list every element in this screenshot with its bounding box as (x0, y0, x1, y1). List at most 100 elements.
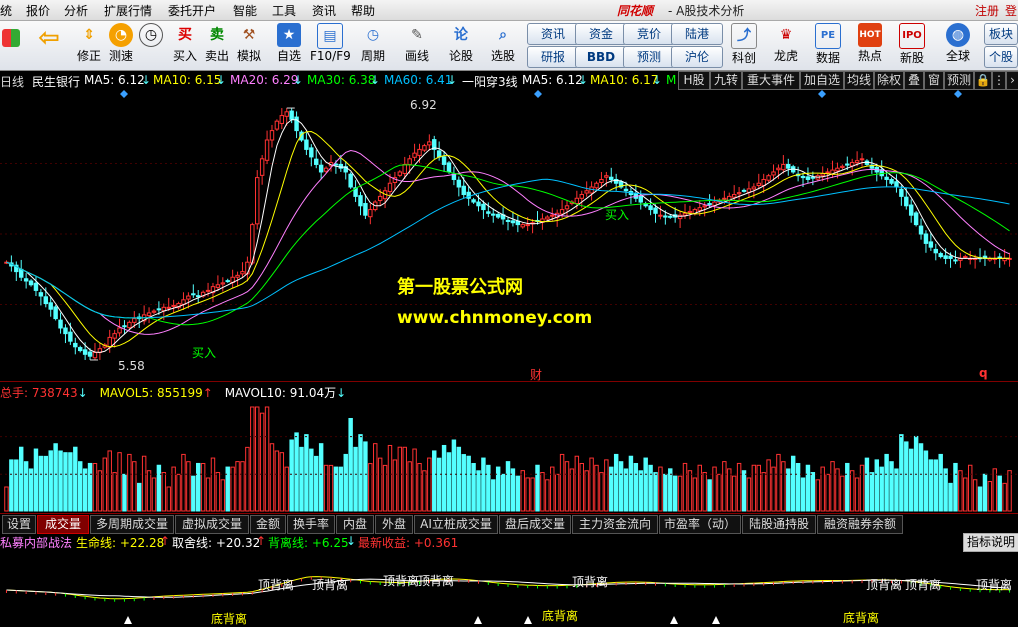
volume-bar[interactable] (761, 472, 766, 512)
volume-bar[interactable] (284, 466, 289, 512)
candle[interactable] (348, 173, 353, 188)
volume-bar[interactable] (161, 472, 167, 512)
volume-bar[interactable] (928, 459, 934, 512)
candle[interactable] (899, 188, 904, 197)
volume-bar[interactable] (422, 470, 427, 512)
candle[interactable] (638, 195, 643, 203)
auction-button[interactable]: 竞价 (623, 23, 675, 45)
volume-bar[interactable] (500, 473, 506, 512)
q-marker[interactable]: q (979, 366, 988, 380)
candle[interactable] (623, 188, 629, 192)
sell-button[interactable]: 卖卖出 (202, 23, 232, 64)
volume-bar[interactable] (574, 455, 580, 512)
volume-bar[interactable] (776, 453, 781, 512)
candle[interactable] (520, 224, 525, 228)
volume-bar[interactable] (304, 434, 309, 512)
volume-bar[interactable] (830, 461, 835, 512)
volume-bar[interactable] (28, 468, 34, 512)
volume-bar[interactable] (92, 463, 98, 512)
volume-bar[interactable] (240, 461, 245, 512)
volume-bar[interactable] (486, 464, 491, 512)
candle[interactable] (825, 171, 830, 174)
volume-bar[interactable] (264, 406, 270, 512)
candle[interactable] (240, 271, 245, 275)
event-marker[interactable] (534, 90, 542, 98)
dragon-tiger-button[interactable]: ♛ 龙虎 (770, 23, 802, 64)
candle[interactable] (933, 248, 939, 254)
volume-bar[interactable] (363, 441, 368, 512)
candle[interactable] (63, 327, 68, 335)
candle[interactable] (948, 255, 953, 259)
volume-bar[interactable] (466, 455, 471, 512)
register-link[interactable]: 注册 (975, 2, 999, 19)
volume-bar[interactable] (677, 475, 683, 512)
volume-bar[interactable] (220, 479, 226, 512)
volume-bar[interactable] (328, 464, 334, 512)
volume-bar[interactable] (810, 472, 816, 512)
candle[interactable] (731, 194, 737, 198)
candle[interactable] (584, 190, 589, 194)
tab-nine-turn[interactable]: 九转 (710, 71, 742, 90)
volume-bar[interactable] (235, 461, 240, 512)
candle[interactable] (407, 158, 412, 165)
candle[interactable] (225, 280, 230, 283)
volume-bar[interactable] (456, 446, 462, 512)
volume-bar[interactable] (107, 450, 112, 512)
candle[interactable] (333, 163, 339, 166)
volume-bar[interactable] (520, 470, 525, 512)
volume-bar[interactable] (717, 473, 722, 512)
volume-bar[interactable] (766, 459, 771, 512)
candle[interactable] (284, 111, 289, 117)
volume-bar[interactable] (889, 461, 894, 512)
volume-bar[interactable] (663, 473, 668, 512)
volume-bar[interactable] (668, 468, 673, 512)
candle[interactable] (928, 241, 934, 248)
volume-bar[interactable] (535, 464, 540, 512)
volume-bar[interactable] (884, 453, 889, 512)
menu-item-help[interactable]: 帮助 (351, 2, 375, 19)
volume-bar[interactable] (495, 466, 501, 512)
volume-bar[interactable] (279, 452, 285, 512)
volume-bar[interactable] (432, 450, 437, 512)
volume-bar[interactable] (633, 463, 639, 512)
volume-bar[interactable] (23, 461, 29, 512)
volume-bar[interactable] (987, 481, 993, 512)
volume-bar[interactable] (181, 453, 186, 512)
candle[interactable] (776, 167, 781, 171)
volume-bar[interactable] (491, 479, 496, 512)
candle[interactable] (805, 176, 811, 180)
candle[interactable] (18, 268, 24, 278)
clock-button[interactable]: ◷ (136, 23, 166, 47)
settings-icon[interactable]: ⋮ (992, 71, 1006, 90)
volume-bar[interactable] (225, 466, 230, 512)
volume-bar[interactable] (953, 462, 958, 512)
volume-bar[interactable] (653, 472, 658, 512)
event-marker[interactable] (120, 90, 128, 98)
volume-bar[interactable] (294, 432, 299, 512)
volume-bar[interactable] (697, 464, 702, 512)
candle[interactable] (338, 163, 344, 169)
tab-after-hours-volume[interactable]: 盘后成交量 (499, 515, 571, 534)
volume-bar[interactable] (14, 459, 19, 512)
volume-bar[interactable] (741, 470, 747, 512)
volume-bar[interactable] (849, 470, 855, 512)
volume-bar[interactable] (77, 461, 83, 512)
volume-bar[interactable] (397, 446, 403, 512)
fix-button[interactable]: ⇕ 修正 (74, 23, 104, 64)
volume-chart[interactable] (0, 399, 1018, 513)
volume-bar[interactable] (727, 468, 732, 512)
candle[interactable] (653, 207, 658, 214)
data-button[interactable]: PE 数据 (812, 23, 844, 66)
global-button[interactable]: ◍ 全球 (940, 23, 976, 64)
candle[interactable] (845, 163, 850, 166)
candle[interactable] (377, 195, 383, 202)
candle[interactable] (786, 163, 791, 169)
tab-northbound-holdings[interactable]: 陆股通持股 (742, 515, 816, 534)
candle[interactable] (756, 182, 761, 186)
candle[interactable] (245, 261, 250, 275)
volume-bar[interactable] (18, 446, 24, 512)
candle[interactable] (835, 167, 840, 172)
stock-picker-button[interactable]: ⌕ 选股 (486, 23, 520, 64)
candle[interactable] (255, 177, 260, 225)
candle[interactable] (682, 212, 688, 216)
